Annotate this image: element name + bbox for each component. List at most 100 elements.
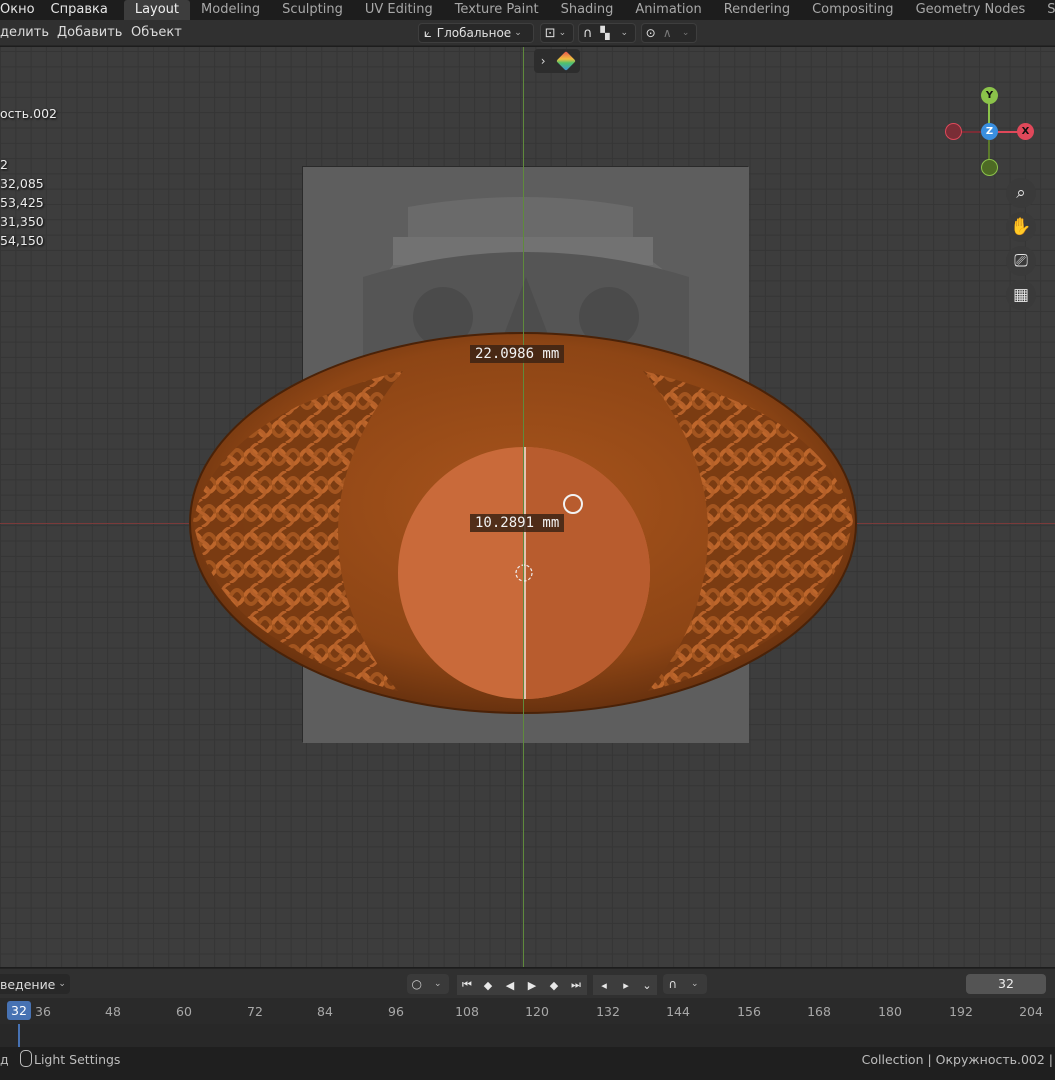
timeline-body[interactable] <box>0 1024 1055 1047</box>
chevron-down-icon: ⌄ <box>620 28 629 38</box>
current-frame-field[interactable]: 32 <box>966 974 1046 994</box>
pivot-dropdown[interactable]: ⊡ ⌄ <box>540 23 574 43</box>
camera-icon[interactable]: ⎚ <box>1006 246 1036 276</box>
magnet-icon: ∩ <box>668 977 678 991</box>
frame-tick: 204 <box>1019 1004 1043 1019</box>
frame-tick: 144 <box>666 1004 690 1019</box>
zoom-icon[interactable]: ⌕ <box>1006 178 1036 208</box>
proportional-edit-icon: ⊙ <box>645 26 656 40</box>
menu-help[interactable]: Справка <box>43 0 116 20</box>
tab-sculpting[interactable]: Sculpting <box>271 0 354 20</box>
tab-layout[interactable]: Layout <box>123 0 191 20</box>
menu-object[interactable]: Объект <box>131 25 182 40</box>
navigation-gizmo[interactable]: Y X Z <box>944 87 1036 179</box>
measure-radius-label: 10.2891 mm <box>470 514 565 532</box>
stat-line-4: 31,350 <box>0 214 44 229</box>
gizmo-neg-x-axis[interactable] <box>945 123 962 140</box>
frame-tick: 120 <box>525 1004 549 1019</box>
current-frame-marker[interactable]: 32 <box>7 1001 31 1020</box>
y-axis-line <box>523 47 525 967</box>
jump-to-start-button[interactable]: ⏮ <box>457 975 477 995</box>
magnet-icon: ∩ <box>582 25 593 41</box>
transform-orientation-icon: ⟀ <box>424 25 432 41</box>
menu-window[interactable]: Окно <box>0 0 43 20</box>
timeline-header: ведение ⌄ ○ ⌄ ⏮ ◆ ◀ ▶ ◆ ⏭ ◂ ▸ ⌄ ∩ ⌄ 32 <box>0 968 1055 998</box>
tab-compositing[interactable]: Compositing <box>801 0 905 20</box>
jump-to-keyframe-back-button[interactable]: ◆ <box>477 975 499 995</box>
play-reverse-button[interactable]: ◀ <box>499 975 521 995</box>
frame-tick: 72 <box>247 1004 263 1019</box>
frame-tick: 180 <box>878 1004 902 1019</box>
chevron-down-icon: ⌄ <box>681 28 690 38</box>
keyframe-options-dropdown[interactable]: ⌄ <box>637 975 657 995</box>
tab-scripting[interactable]: Scripting <box>1036 0 1055 20</box>
playback-mode-dropdown[interactable]: ведение ⌄ <box>0 974 70 994</box>
workspace-bar: Окно Справка Layout Modeling Sculpting U… <box>0 0 1055 20</box>
menu-add[interactable]: Добавить <box>57 25 122 40</box>
snapping-toggle[interactable]: ∩ ⌄ <box>663 974 707 994</box>
frame-tick: 96 <box>388 1004 404 1019</box>
chevron-down-icon: ⌄ <box>558 28 567 38</box>
playhead-line <box>18 1024 20 1047</box>
gizmo-neg-y-axis[interactable] <box>981 159 998 176</box>
frame-tick: 192 <box>949 1004 973 1019</box>
orientation-label: Глобальное <box>436 26 512 40</box>
gizmo-x-axis[interactable]: X <box>1017 123 1034 140</box>
3d-viewport[interactable]: 22.0986 mm 10.2891 mm ость.002 2 32,085 … <box>0 47 1055 967</box>
frame-tick: 108 <box>455 1004 479 1019</box>
play-button[interactable]: ▶ <box>521 975 543 995</box>
previous-keyframe-button[interactable]: ◂ <box>593 975 615 995</box>
chevron-down-icon: ⌄ <box>691 979 699 989</box>
viewport-header: делить Добавить Объект ⟀ Глобальное ⌄ ⊡ … <box>0 20 1055 46</box>
status-scene-info: Collection | Окружность.002 | <box>861 1052 1053 1067</box>
object-type-visibility-icon <box>556 51 577 71</box>
frame-tick: 36 <box>35 1004 51 1019</box>
next-keyframe-button[interactable]: ▸ <box>615 975 637 995</box>
frame-tick: 132 <box>596 1004 620 1019</box>
frame-tick: 156 <box>737 1004 761 1019</box>
menu-select[interactable]: делить <box>0 25 49 40</box>
tab-rendering[interactable]: Rendering <box>713 0 801 20</box>
proportional-edit-toggle[interactable]: ⊙ ∧ ⌄ <box>641 23 697 43</box>
grid-icon[interactable]: ▦ <box>1006 280 1036 310</box>
hand-pan-icon[interactable]: ✋ <box>1006 212 1036 242</box>
orientation-dropdown[interactable]: ⟀ Глобальное ⌄ <box>418 23 534 43</box>
tab-geometry-nodes[interactable]: Geometry Nodes <box>905 0 1037 20</box>
status-left-char: д <box>0 1052 9 1067</box>
tab-animation[interactable]: Animation <box>624 0 712 20</box>
frame-tick: 84 <box>317 1004 333 1019</box>
frame-tick: 60 <box>176 1004 192 1019</box>
tab-texture-paint[interactable]: Texture Paint <box>444 0 550 20</box>
mouse-icon <box>20 1050 32 1067</box>
record-icon: ○ <box>411 977 422 991</box>
tab-modeling[interactable]: Modeling <box>190 0 271 20</box>
snap-grid-icon: ▚ <box>600 26 610 40</box>
status-bar: д Light Settings Collection | Окружность… <box>0 1047 1055 1080</box>
chevron-down-icon: ⌄ <box>433 979 442 989</box>
chevron-right-icon: › <box>540 54 546 68</box>
tab-shading[interactable]: Shading <box>550 0 625 20</box>
overlay-popover-toggle[interactable]: › <box>534 49 580 73</box>
object-name-text: ость.002 <box>0 106 58 121</box>
falloff-curve-icon: ∧ <box>662 26 672 40</box>
chevron-down-icon: ⌄ <box>58 979 66 989</box>
timeline-ruler[interactable]: 32 36 48 60 72 84 96 108 120 132 144 156… <box>0 998 1055 1024</box>
status-light-settings: Light Settings <box>34 1052 121 1067</box>
gizmo-z-axis[interactable]: Z <box>981 123 998 140</box>
chevron-down-icon: ⌄ <box>514 28 522 38</box>
playback-mode-label: ведение <box>0 976 56 992</box>
stat-line-1: 2 <box>0 157 8 172</box>
tab-uv-editing[interactable]: UV Editing <box>354 0 444 20</box>
measure-width-label: 22.0986 mm <box>470 345 565 363</box>
stat-line-2: 32,085 <box>0 176 44 191</box>
snap-toggle[interactable]: ∩ ▚ ⌄ <box>578 23 636 43</box>
jump-to-end-button[interactable]: ⏭ <box>565 975 587 995</box>
frame-tick: 168 <box>807 1004 831 1019</box>
frame-tick: 48 <box>105 1004 121 1019</box>
stat-line-5: 54,150 <box>0 233 44 248</box>
pivot-point-icon: ⊡ <box>544 25 556 41</box>
auto-keying-toggle[interactable]: ○ ⌄ <box>407 974 449 994</box>
gizmo-y-axis[interactable]: Y <box>981 87 998 104</box>
jump-to-keyframe-forward-button[interactable]: ◆ <box>543 975 565 995</box>
stat-line-3: 53,425 <box>0 195 44 210</box>
